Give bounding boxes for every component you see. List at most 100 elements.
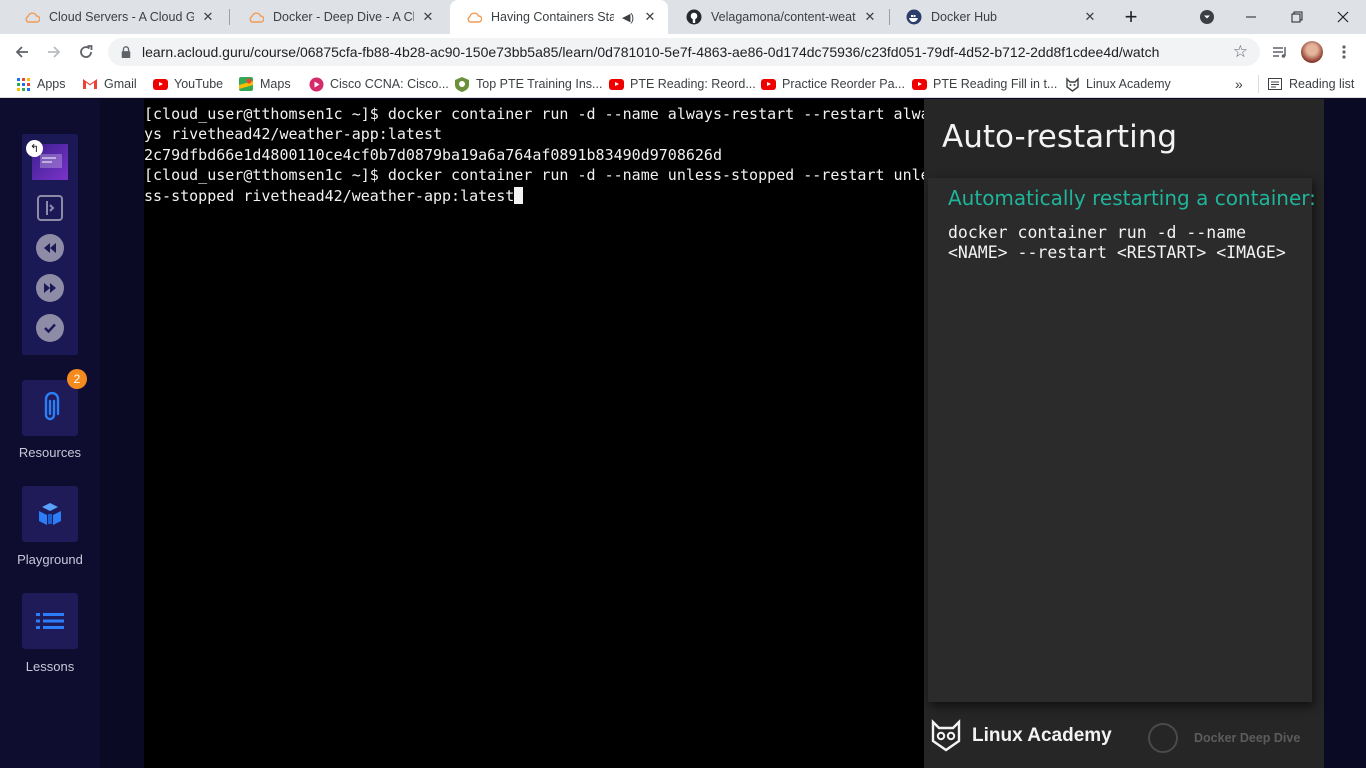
bookmark-pte-fill-in[interactable]: PTE Reading Fill in t... [911, 75, 1057, 93]
bookmark-cisco-ccna[interactable]: Cisco CCNA: Cisco... [308, 75, 449, 93]
github-icon [686, 9, 702, 25]
resources-label: Resources [18, 445, 82, 460]
mark-complete-button[interactable] [36, 314, 64, 342]
close-icon[interactable]: ✕ [862, 9, 878, 25]
close-icon[interactable]: ✕ [1082, 9, 1098, 25]
media-control-button[interactable] [1266, 38, 1294, 66]
reload-icon [80, 45, 93, 58]
new-tab-button[interactable]: + [1108, 0, 1154, 34]
reload-button[interactable] [72, 38, 100, 66]
terminal-current-line: ss-stopped rivethead42/weather-app:lates… [144, 186, 919, 206]
sidebar-toggle-icon [46, 201, 55, 215]
resources-button[interactable] [22, 380, 78, 436]
reading-list-button[interactable]: Reading list [1258, 75, 1354, 93]
tab-velagamona-content[interactable]: Velagamona/content-weathe ✕ [670, 0, 888, 34]
playlist-icon [1273, 47, 1286, 58]
toggle-panel-button[interactable] [37, 195, 63, 221]
terminal-line: ys rivethead42/weather-app:latest [144, 125, 443, 144]
bookmark-linux-academy[interactable]: Linux Academy [1064, 75, 1171, 93]
bookmarks-bar: Apps Gmail YouTube Maps Cisco CCNA: Cisc… [0, 70, 1366, 98]
playground-button[interactable] [22, 486, 78, 542]
bookmark-label: Cisco CCNA: Cisco... [330, 77, 449, 91]
address-bar[interactable]: learn.acloud.guru/course/06875cfa-fb88-4… [108, 38, 1260, 66]
tab-strip: Cloud Servers - A Cloud Guru ✕ Docker - … [0, 0, 1366, 34]
tab-title: Docker Hub [931, 10, 997, 24]
compass-icon [1148, 723, 1178, 753]
tab-cloud-servers[interactable]: Cloud Servers - A Cloud Guru ✕ [8, 0, 226, 34]
more-bookmarks-button[interactable]: » [1235, 75, 1243, 93]
terminal-line: 2c79dfbd66e1d4800110ce4cf0b7d0879ba19a6a… [144, 145, 722, 164]
brand-name: Linux Academy [972, 725, 1112, 746]
youtube-icon [911, 76, 927, 92]
maps-icon [238, 76, 254, 92]
reading-list-label: Reading list [1289, 77, 1355, 91]
youtube-icon [760, 76, 776, 92]
bookmark-apps[interactable]: Apps [15, 75, 66, 93]
browser-menu-button[interactable] [1330, 38, 1358, 66]
terminal-cursor [514, 186, 524, 204]
profile-avatar[interactable] [1298, 38, 1326, 66]
bookmark-label: PTE Reading: Reord... [630, 77, 756, 91]
docker-hub-icon [906, 9, 922, 25]
course-page: ↰ 2 Resources Playground Lessons [cloud_… [0, 99, 1366, 768]
tab-title: Cloud Servers - A Cloud Guru [49, 10, 194, 24]
acg-cloud-icon [248, 9, 264, 25]
close-icon[interactable]: ✕ [420, 9, 436, 25]
star-icon[interactable]: ☆ [1233, 42, 1248, 62]
pte-icon [454, 76, 470, 92]
course-name: Docker Deep Dive [1194, 731, 1301, 745]
forward-button[interactable] [40, 38, 68, 66]
lock-icon [121, 46, 131, 58]
cubes-icon [39, 503, 61, 525]
restore-button[interactable] [1274, 0, 1320, 34]
fast-forward-icon [44, 283, 56, 293]
close-icon[interactable]: ✕ [200, 9, 216, 25]
linux-academy-logo: Linux Academy [930, 719, 1112, 753]
restore-icon [1291, 11, 1303, 23]
close-icon[interactable]: ✕ [642, 9, 658, 25]
chevron-double-right-icon: » [1235, 76, 1243, 92]
fast-forward-button[interactable] [36, 274, 64, 302]
reading-list-icon [1267, 76, 1283, 92]
bookmark-top-pte[interactable]: Top PTE Training Ins... [454, 75, 602, 93]
acg-cloud-icon [24, 9, 40, 25]
bookmark-practice-reorder[interactable]: Practice Reorder Pa... [760, 75, 905, 93]
close-window-button[interactable] [1320, 0, 1366, 34]
slide-title: Auto-restarting [942, 119, 1178, 155]
bookmark-label: Gmail [104, 77, 137, 91]
rewind-button[interactable] [36, 234, 64, 262]
minimize-button[interactable] [1228, 0, 1274, 34]
speaker-icon[interactable]: ◀︎) [620, 9, 636, 25]
tab-having-containers-start[interactable]: Having Containers Start A ◀︎) ✕ [450, 0, 668, 34]
bookmark-label: Apps [37, 77, 66, 91]
paperclip-icon [44, 392, 60, 421]
code-line: <NAME> --restart <RESTART> <IMAGE> [948, 242, 1286, 262]
tab-title: Docker - Deep Dive - A Cloud [273, 10, 414, 24]
tab-title: Velagamona/content-weathe [711, 10, 856, 24]
bookmark-label: Practice Reorder Pa... [782, 77, 905, 91]
arrow-left-icon [15, 46, 28, 58]
bookmark-label: Top PTE Training Ins... [476, 77, 603, 91]
avatar [1301, 41, 1323, 63]
minimize-icon [1246, 16, 1256, 18]
bookmark-label: Maps [260, 77, 291, 91]
bookmark-gmail[interactable]: Gmail [82, 75, 137, 93]
bookmark-youtube[interactable]: YouTube [152, 75, 223, 93]
tab-docker-deep-dive[interactable]: Docker - Deep Dive - A Cloud ✕ [232, 0, 446, 34]
cisco-icon [308, 76, 324, 92]
tab-docker-hub[interactable]: Docker Hub ✕ [890, 0, 1108, 34]
left-sidebar: ↰ 2 Resources Playground Lessons [0, 99, 100, 768]
bookmark-maps[interactable]: Maps [238, 75, 291, 93]
back-button[interactable] [8, 38, 36, 66]
back-arrow-icon[interactable]: ↰ [26, 140, 43, 157]
lessons-label: Lessons [25, 659, 75, 674]
tab-title: Having Containers Start A [491, 10, 614, 24]
tab-search-button[interactable] [1184, 0, 1230, 34]
more-vertical-icon [1342, 45, 1346, 59]
video-player[interactable]: [cloud_user@tthomsen1c ~]$ docker contai… [144, 99, 1324, 768]
bookmark-pte-reading-reorder[interactable]: PTE Reading: Reord... [608, 75, 756, 93]
list-icon [36, 613, 64, 629]
lessons-button[interactable] [22, 593, 78, 649]
slide-content-box: Automatically restarting a container: do… [928, 178, 1316, 702]
player-controls: ↰ [22, 134, 78, 355]
